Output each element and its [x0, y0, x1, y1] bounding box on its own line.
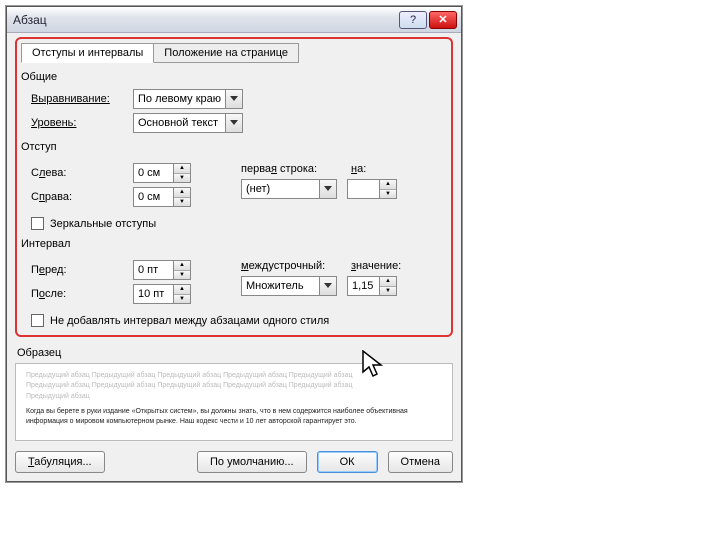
down-arrow-icon[interactable]: ▼ [380, 190, 396, 199]
alignment-combo[interactable]: По левому краю [133, 89, 243, 109]
level-combo[interactable]: Основной текст [133, 113, 243, 133]
tabulation-button[interactable]: Табуляция... [15, 451, 105, 473]
button-bar: Табуляция... По умолчанию... ОК Отмена [15, 451, 453, 473]
tab-indents[interactable]: Отступы и интервалы [21, 43, 154, 63]
first-line-by-spin[interactable]: ▲▼ [347, 179, 397, 199]
line-spacing-value-spin[interactable]: 1,15 ▲▼ [347, 276, 397, 296]
value-label: значение: [351, 260, 415, 272]
down-arrow-icon[interactable]: ▼ [174, 174, 190, 183]
checkbox-box-icon [31, 314, 44, 327]
paragraph-dialog: Абзац ? ✕ Отступы и интервалы Положение … [6, 6, 462, 482]
indent-right-label: Справа: [31, 191, 127, 203]
chevron-down-icon[interactable] [319, 277, 336, 295]
section-spacing: Интервал Перед: 0 пт ▲▼ После [21, 238, 447, 327]
first-line-label: первая строка: [241, 163, 341, 175]
section-preview: Образец Предыдущий абзац Предыдущий абза… [15, 347, 453, 441]
down-arrow-icon[interactable]: ▼ [174, 295, 190, 304]
up-arrow-icon[interactable]: ▲ [174, 285, 190, 295]
close-button[interactable]: ✕ [429, 11, 457, 29]
ok-button[interactable]: ОК [317, 451, 378, 473]
window-title: Абзац [13, 13, 399, 27]
chevron-down-icon[interactable] [225, 114, 242, 132]
spacing-before-spin[interactable]: 0 пт ▲▼ [133, 260, 191, 280]
indent-left-label: Слева: [31, 167, 127, 179]
by-label: на: [351, 163, 415, 175]
section-general: Общие Выравнивание: По левому краю Урове… [21, 71, 447, 133]
chevron-down-icon[interactable] [225, 90, 242, 108]
up-arrow-icon[interactable]: ▲ [380, 180, 396, 190]
no-space-same-style-checkbox[interactable]: Не добавлять интервал между абзацами одн… [31, 314, 447, 327]
indent-right-spin[interactable]: 0 см ▲▼ [133, 187, 191, 207]
preview-box: Предыдущий абзац Предыдущий абзац Предыд… [15, 363, 453, 441]
help-button[interactable]: ? [399, 11, 427, 29]
down-arrow-icon[interactable]: ▼ [174, 198, 190, 207]
checkbox-box-icon [31, 217, 44, 230]
up-arrow-icon[interactable]: ▲ [174, 164, 190, 174]
spacing-before-label: Перед: [31, 264, 127, 276]
down-arrow-icon[interactable]: ▼ [174, 271, 190, 280]
default-button[interactable]: По умолчанию... [197, 451, 307, 473]
chevron-down-icon[interactable] [319, 180, 336, 198]
up-arrow-icon[interactable]: ▲ [380, 277, 396, 287]
highlighted-panel: Отступы и интервалы Положение на страниц… [15, 37, 453, 337]
title-bar: Абзац ? ✕ [7, 7, 461, 33]
level-label: Уровень: [31, 117, 127, 129]
up-arrow-icon[interactable]: ▲ [174, 261, 190, 271]
spacing-after-label: После: [31, 288, 127, 300]
section-indent: Отступ Слева: 0 см ▲▼ Справа: [21, 141, 447, 230]
line-spacing-label: междустрочный: [241, 260, 341, 272]
down-arrow-icon[interactable]: ▼ [380, 287, 396, 296]
line-spacing-combo[interactable]: Множитель [241, 276, 337, 296]
align-label: Выравнивание: [31, 93, 127, 105]
up-arrow-icon[interactable]: ▲ [174, 188, 190, 198]
mirror-indents-checkbox[interactable]: Зеркальные отступы [31, 217, 447, 230]
cancel-button[interactable]: Отмена [388, 451, 453, 473]
tab-position[interactable]: Положение на странице [153, 43, 299, 63]
indent-left-spin[interactable]: 0 см ▲▼ [133, 163, 191, 183]
first-line-combo[interactable]: (нет) [241, 179, 337, 199]
spacing-after-spin[interactable]: 10 пт ▲▼ [133, 284, 191, 304]
